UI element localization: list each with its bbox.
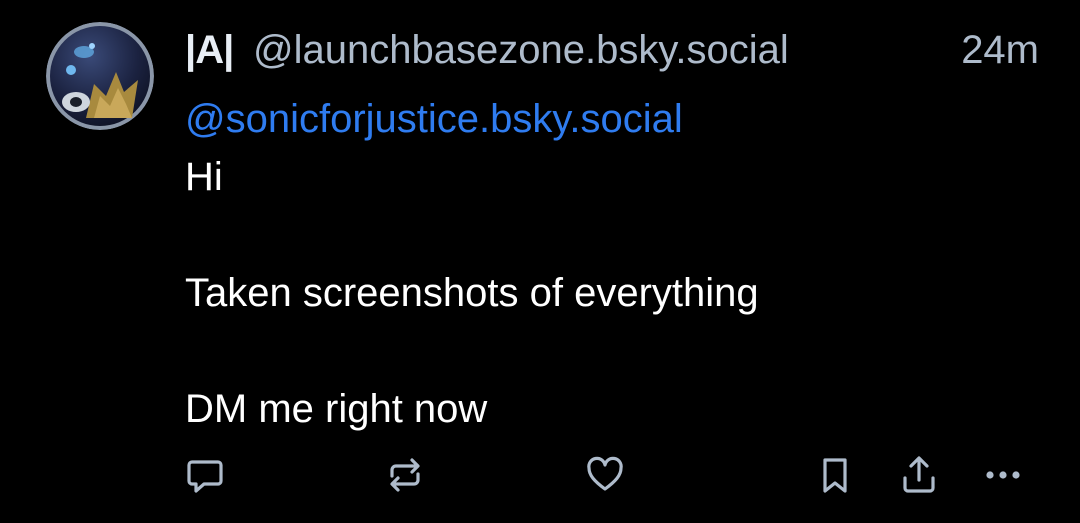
avatar[interactable]	[46, 22, 154, 130]
post-card[interactable]: |A| @launchbasezone.bsky.social 24m @son…	[0, 0, 1080, 523]
share-button[interactable]	[896, 452, 942, 498]
like-button[interactable]	[582, 452, 628, 498]
bookmark-icon	[823, 458, 847, 493]
heart-icon	[587, 456, 623, 491]
post-text-line	[185, 322, 1045, 380]
author-handle[interactable]: @launchbasezone.bsky.social	[253, 28, 789, 72]
post-actions	[0, 452, 1080, 502]
mention-link[interactable]: @sonicforjustice.bsky.social	[185, 90, 1045, 148]
post-header: |A| @launchbasezone.bsky.social 24m	[185, 22, 1045, 78]
post-text: @sonicforjustice.bsky.social Hi Taken sc…	[185, 90, 1045, 438]
post-text-line: Hi	[185, 155, 223, 199]
post-timestamp[interactable]: 24m	[961, 28, 1039, 72]
more-dots-icon	[986, 471, 1020, 479]
reply-button[interactable]	[182, 452, 228, 498]
post-text-line	[185, 206, 1045, 264]
share-upload-icon	[903, 456, 935, 493]
post-text-line: Taken screenshots of everything	[185, 271, 759, 315]
bookmark-button[interactable]	[812, 452, 858, 498]
repost-arrows-icon	[390, 458, 420, 492]
more-options-button[interactable]	[980, 452, 1026, 498]
avatar-image	[46, 22, 154, 130]
post-text-line: DM me right now	[185, 387, 488, 431]
display-name[interactable]: |A|	[185, 28, 234, 72]
repost-button[interactable]	[382, 452, 428, 498]
speech-bubble-icon	[187, 460, 223, 493]
